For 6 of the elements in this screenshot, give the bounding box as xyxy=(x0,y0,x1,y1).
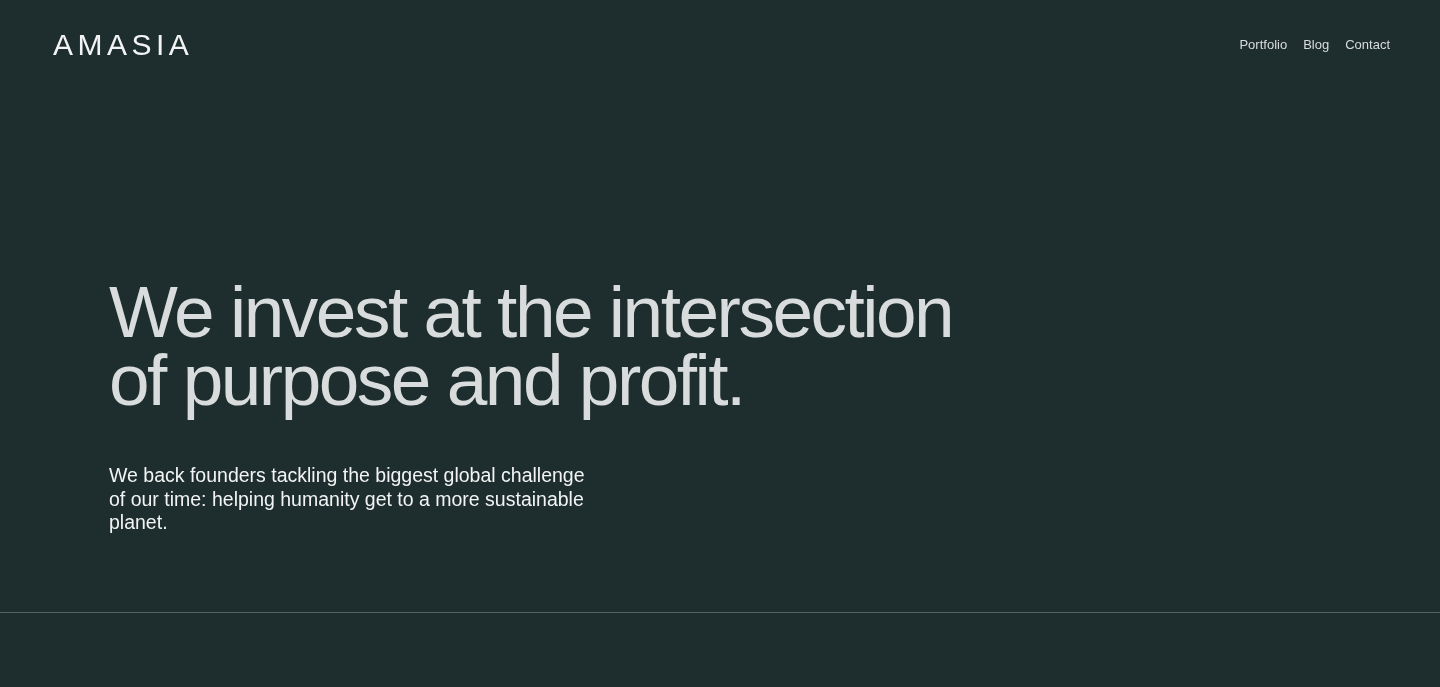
hero-heading: We invest at the intersection of purpose and profit. xyxy=(109,278,954,422)
nav-link[interactable]: Contact xyxy=(1345,29,1390,61)
nav-link[interactable]: Portfolio xyxy=(1239,29,1288,61)
brand-logo[interactable]: AMASIA xyxy=(53,29,194,61)
hero-subheading: We back founders tackling the biggest global challenge of our time: helping humanity get to a more sustainable planet. xyxy=(109,464,586,535)
nav-link[interactable]: Blog xyxy=(1303,29,1330,61)
